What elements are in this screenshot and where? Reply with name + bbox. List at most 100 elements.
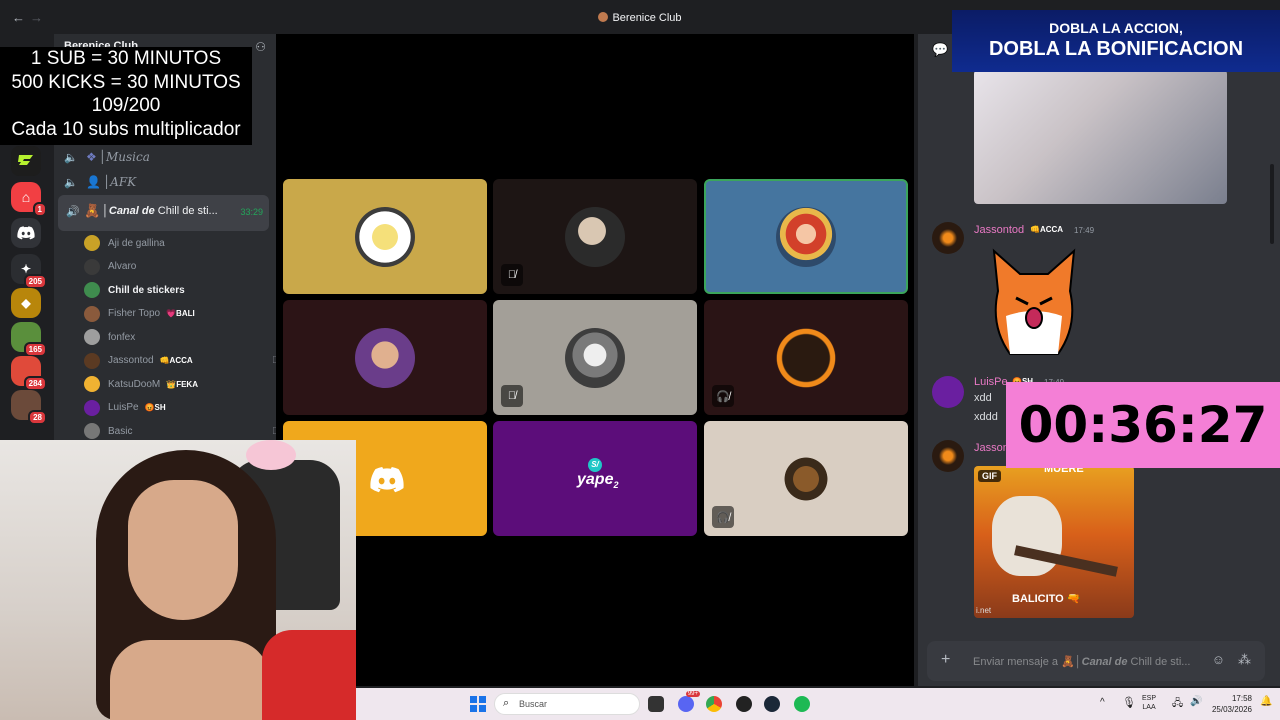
voice-channel-afk[interactable]: 🔈 👤 │AFK: [64, 171, 136, 193]
taskbar: ⌕ Buscar 99+ ^ 🎙 ESP LAA 🖧 🔊 17:58 25/03…: [356, 688, 1280, 720]
chevron-up-icon[interactable]: ^: [1100, 697, 1105, 708]
discord-taskbar-icon[interactable]: 99+: [678, 691, 700, 712]
windows-start-icon[interactable]: [470, 696, 486, 712]
hello-kitty-headband: [246, 440, 296, 470]
language-indicator[interactable]: ESP LAA: [1142, 694, 1156, 712]
chat-scrollbar[interactable]: [1270, 164, 1274, 244]
participant-tile[interactable]: 🎧̸: [704, 421, 908, 536]
server-badge: 1: [32, 202, 47, 217]
add-attachment-icon[interactable]: +: [941, 651, 950, 669]
voice-member[interactable]: Basic🎙̸🎧̸: [84, 421, 292, 441]
task-view-icon[interactable]: [648, 696, 664, 712]
message-text: xddd: [974, 411, 998, 423]
participant-tile[interactable]: [283, 179, 487, 294]
server-badge: 205: [23, 274, 47, 289]
voice-member[interactable]: Chill de stickers: [84, 280, 264, 300]
sticker-cat[interactable]: [988, 246, 1080, 356]
server-icon-lightning[interactable]: [11, 146, 41, 176]
server-icon-green[interactable]: 165: [11, 322, 47, 357]
voice-member[interactable]: LuisPe 😡SH: [84, 398, 264, 418]
voice-channel-musica[interactable]: 🔈 ❖ │Musica: [64, 146, 150, 168]
server-glyph: ⌂: [21, 189, 31, 205]
member-tag: 😡SH: [144, 403, 166, 412]
participant-tile-speaking[interactable]: [704, 179, 908, 294]
member-name: Jassontod: [108, 355, 154, 366]
shoulders-shape: [110, 640, 270, 720]
channel-emoji-icon: 🧸: [84, 203, 101, 218]
participant-tile[interactable]: 🎧̸: [704, 300, 908, 415]
participant-tile[interactable]: [283, 300, 487, 415]
gif-cat-shape: [992, 496, 1062, 576]
participant-avatar: [565, 207, 625, 267]
clock[interactable]: 17:58 25/03/2026: [1208, 693, 1252, 715]
overlay-line: Cada 10 subs multiplicador: [11, 118, 241, 140]
window-title-text: Berenice Club: [612, 12, 682, 24]
voice-member[interactable]: Aji de gallina: [84, 233, 264, 253]
apps-icon[interactable]: ⁂: [1238, 652, 1251, 668]
channel-label: │AFK: [102, 175, 137, 189]
composer-prefix: Enviar mensaje a 🧸│: [973, 656, 1082, 668]
member-name: LuisPe: [108, 402, 139, 413]
user-avatar[interactable]: [932, 376, 964, 408]
member-tag: 👑FEKA: [166, 379, 198, 389]
discord-logo-icon: [370, 467, 404, 493]
participant-avatar: [355, 207, 415, 267]
voice-member[interactable]: Jassontod👊ACCA🎙̸🎧̸: [84, 351, 292, 371]
user-avatar[interactable]: [932, 440, 964, 472]
participant-tile[interactable]: 🎙̸: [493, 300, 697, 415]
discord-home-icon[interactable]: [11, 218, 41, 248]
server-icon-brown[interactable]: 28: [11, 390, 47, 425]
server-icon-red[interactable]: ⌂ 1: [11, 182, 47, 217]
microphone-icon[interactable]: 🎙: [1122, 696, 1136, 709]
user-avatar[interactable]: [932, 222, 964, 254]
steam-icon[interactable]: [764, 696, 780, 712]
taskbar-search[interactable]: ⌕ Buscar: [494, 693, 640, 715]
message-username[interactable]: LuisPe: [974, 376, 1008, 388]
active-channel-prefix: │: [102, 205, 109, 217]
gif-url-fragment: i.net: [976, 606, 992, 615]
server-icon-orange[interactable]: 284: [11, 356, 47, 391]
spotify-icon[interactable]: [794, 696, 810, 712]
obs-icon[interactable]: [736, 696, 752, 712]
active-channel-label: │Canal de Chill de sti...: [102, 205, 218, 217]
discord-logo-icon: [17, 226, 35, 240]
server-icon-folder[interactable]: ✦ 205: [11, 254, 47, 289]
message-username[interactable]: Jasson: [974, 442, 1009, 454]
gif-attachment[interactable]: GIF MUERE BALICITO 🔫 i.net: [974, 466, 1134, 618]
network-icon[interactable]: 🖧: [1172, 696, 1183, 713]
banner-line2: DOBLA LA BONIFICACION: [988, 38, 1244, 60]
overlay-line: 1 SUB = 30 MINUTOS: [30, 48, 222, 69]
channel-label: │Musica: [98, 150, 150, 164]
message-user-tag: 👊ACCA: [1030, 225, 1064, 234]
voice-member[interactable]: KatsuDooM👑FEKA🎙̸: [84, 374, 292, 394]
server-badge: 165: [23, 342, 47, 357]
message-composer[interactable]: + Enviar mensaje a 🧸│Canal de Chill de s…: [927, 641, 1265, 681]
voice-member[interactable]: Alvaro🎙̸: [84, 257, 292, 277]
message-username[interactable]: Jassontod: [974, 224, 1024, 236]
add-member-icon[interactable]: ⚇: [255, 40, 266, 54]
chat-panel: 💬 Jassontod 👊ACCA 17:49 LuisPe 😡SH 17:49…: [918, 34, 1280, 686]
chat-bubble-icon[interactable]: 💬: [932, 42, 948, 58]
voice-member[interactable]: Fisher Topo 💗BALI: [84, 304, 264, 324]
participant-tile[interactable]: 🎙̸: [493, 179, 697, 294]
gif-label: GIF: [978, 470, 1001, 482]
image-attachment[interactable]: [974, 70, 1227, 204]
server-icon-gold[interactable]: ◆: [11, 288, 41, 318]
member-name: Aji de gallina: [108, 237, 165, 249]
emoji-icon[interactable]: ☺: [1212, 652, 1225, 667]
volume-icon[interactable]: 🔊: [1190, 696, 1202, 707]
member-tag: 💗BALI: [166, 309, 195, 318]
yape-logo-icon: S/yape2: [577, 458, 619, 491]
discord-notification-badge: 99+: [685, 691, 700, 697]
member-avatar: [84, 305, 100, 322]
voice-member[interactable]: fonfex🎙̸: [84, 327, 292, 347]
participant-avatar: [776, 207, 836, 267]
member-avatar: [84, 399, 100, 416]
participant-avatar: [776, 328, 836, 388]
participant-tile[interactable]: S/yape2: [493, 421, 697, 536]
chrome-icon[interactable]: [706, 696, 722, 712]
member-avatar: [84, 352, 100, 369]
notification-bell-icon[interactable]: 🔔: [1260, 696, 1272, 707]
channel-timer: 33:29: [240, 207, 263, 217]
voice-channel-active[interactable]: 🔊 🧸 │Canal de Chill de sti... 33:29: [58, 195, 269, 231]
